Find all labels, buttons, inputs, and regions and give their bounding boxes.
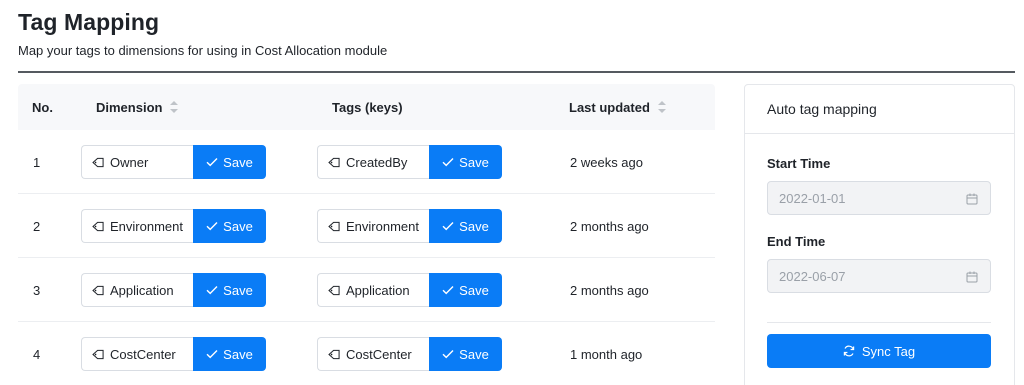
- tag-icon: [92, 221, 104, 231]
- tag-mapping-table: No. Dimension Tags (keys) Last updated 1…: [18, 84, 715, 385]
- page-subtitle: Map your tags to dimensions for using in…: [18, 43, 388, 58]
- save-label: Save: [459, 154, 489, 170]
- check-icon: [442, 350, 454, 359]
- tag-icon: [92, 349, 104, 359]
- save-dimension-button[interactable]: Save: [193, 209, 266, 243]
- column-no-label: No.: [32, 99, 53, 115]
- start-time-input[interactable]: 2022-01-01: [767, 181, 991, 215]
- save-tag-button[interactable]: Save: [429, 273, 502, 307]
- header-divider: [18, 71, 1015, 73]
- page-title: Tag Mapping: [18, 9, 160, 35]
- column-last-updated[interactable]: Last updated: [569, 84, 666, 130]
- calendar-icon: [966, 271, 978, 283]
- save-label: Save: [223, 282, 253, 298]
- end-time-value: 2022-06-07: [779, 268, 846, 284]
- row-number: 2: [33, 218, 41, 234]
- dimension-field: Environment Save: [81, 209, 266, 243]
- dimension-value: Owner: [110, 154, 149, 170]
- tag-icon: [92, 285, 104, 295]
- auto-tag-mapping-panel: Auto tag mapping Start Time 2022-01-01 E…: [744, 84, 1015, 385]
- start-time-value: 2022-01-01: [779, 190, 846, 206]
- check-icon: [442, 222, 454, 231]
- tag-key-input[interactable]: Application: [317, 273, 429, 307]
- dimension-input[interactable]: CostCenter: [81, 337, 193, 371]
- save-tag-button[interactable]: Save: [429, 209, 502, 243]
- row-number: 4: [33, 346, 41, 362]
- save-dimension-button[interactable]: Save: [193, 145, 266, 179]
- table-row: 4 CostCenter Save CostCenter Save 1 mont…: [18, 322, 715, 385]
- sync-tag-button[interactable]: Sync Tag: [767, 334, 991, 368]
- table-header: No. Dimension Tags (keys) Last updated: [18, 84, 715, 130]
- table-row: 1 Owner Save CreatedBy Save 2 weeks ago: [18, 130, 715, 194]
- tag-icon: [328, 285, 340, 295]
- save-dimension-button[interactable]: Save: [193, 273, 266, 307]
- tag-icon: [328, 221, 340, 231]
- save-label: Save: [459, 218, 489, 234]
- dimension-input[interactable]: Environment: [81, 209, 193, 243]
- dimension-field: Application Save: [81, 273, 266, 307]
- tag-key-field: Environment Save: [317, 209, 502, 243]
- tag-key-field: Application Save: [317, 273, 502, 307]
- tag-key-field: CostCenter Save: [317, 337, 502, 371]
- check-icon: [206, 222, 218, 231]
- sort-icon[interactable]: [170, 101, 179, 113]
- tag-key-input[interactable]: Environment: [317, 209, 429, 243]
- table-row: 3 Application Save Application Save 2 mo…: [18, 258, 715, 322]
- last-updated: 2 weeks ago: [570, 154, 643, 170]
- check-icon: [206, 158, 218, 167]
- column-no: No.: [32, 84, 53, 130]
- save-label: Save: [223, 346, 253, 362]
- dimension-input[interactable]: Application: [81, 273, 193, 307]
- end-time-input[interactable]: 2022-06-07: [767, 259, 991, 293]
- save-label: Save: [223, 218, 253, 234]
- check-icon: [442, 286, 454, 295]
- dimension-input[interactable]: Owner: [81, 145, 193, 179]
- column-dimension-label: Dimension: [96, 99, 163, 115]
- last-updated: 1 month ago: [570, 346, 643, 362]
- row-number: 3: [33, 282, 41, 298]
- start-time-label: Start Time: [767, 156, 831, 171]
- tag-key-input[interactable]: CreatedBy: [317, 145, 429, 179]
- tag-key-value: Application: [346, 282, 410, 298]
- column-dimension[interactable]: Dimension: [96, 84, 179, 130]
- end-time-label: End Time: [767, 234, 826, 249]
- tag-key-value: Environment: [346, 218, 419, 234]
- tag-key-value: CreatedBy: [346, 154, 408, 170]
- dimension-value: Environment: [110, 218, 183, 234]
- tag-key-input[interactable]: CostCenter: [317, 337, 429, 371]
- table-row: 2 Environment Save Environment Save 2 mo…: [18, 194, 715, 258]
- tag-icon: [92, 157, 104, 167]
- column-tags-label: Tags (keys): [332, 99, 403, 115]
- save-label: Save: [459, 346, 489, 362]
- tag-key-field: CreatedBy Save: [317, 145, 502, 179]
- sort-icon[interactable]: [657, 101, 666, 113]
- dimension-field: Owner Save: [81, 145, 266, 179]
- tag-icon: [328, 349, 340, 359]
- row-number: 1: [33, 154, 41, 170]
- tag-key-value: CostCenter: [346, 346, 412, 362]
- last-updated: 2 months ago: [570, 282, 649, 298]
- panel-title: Auto tag mapping: [745, 85, 1014, 134]
- save-label: Save: [459, 282, 489, 298]
- column-tags: Tags (keys): [332, 84, 403, 130]
- check-icon: [206, 350, 218, 359]
- save-tag-button[interactable]: Save: [429, 337, 502, 371]
- dimension-value: Application: [110, 282, 174, 298]
- sync-icon: [843, 345, 855, 357]
- last-updated: 2 months ago: [570, 218, 649, 234]
- save-label: Save: [223, 154, 253, 170]
- dimension-field: CostCenter Save: [81, 337, 266, 371]
- dimension-value: CostCenter: [110, 346, 176, 362]
- column-last-updated-label: Last updated: [569, 99, 650, 115]
- save-tag-button[interactable]: Save: [429, 145, 502, 179]
- check-icon: [442, 158, 454, 167]
- check-icon: [206, 286, 218, 295]
- sync-tag-label: Sync Tag: [861, 343, 916, 359]
- save-dimension-button[interactable]: Save: [193, 337, 266, 371]
- tag-icon: [328, 157, 340, 167]
- panel-divider: [767, 322, 991, 323]
- calendar-icon: [966, 193, 978, 205]
